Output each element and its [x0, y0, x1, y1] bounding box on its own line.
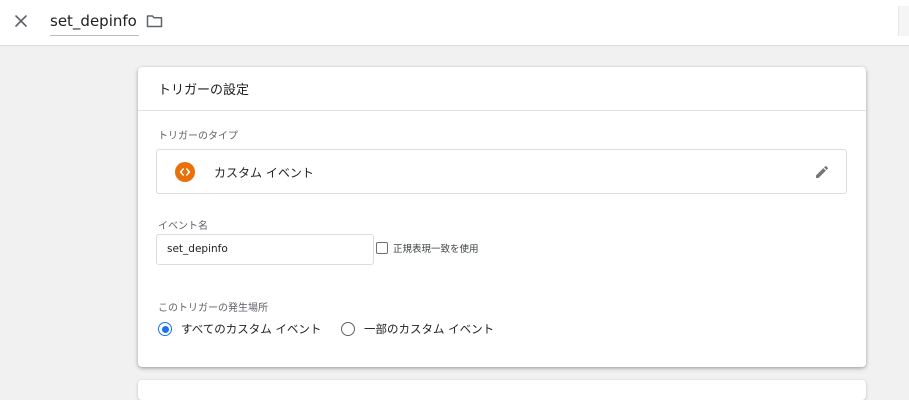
close-icon — [15, 15, 27, 27]
folder-button[interactable] — [144, 11, 164, 31]
radio-selected-dot — [161, 325, 169, 333]
regex-label: 正規表現一致を使用 — [393, 244, 479, 255]
trigger-name-text: set_depinfo — [50, 12, 137, 30]
toolbar-edge — [898, 6, 909, 36]
trigger-config-card: トリガーの設定 トリガーのタイプ カスタム イベント イベント名 set_dep… — [138, 67, 866, 367]
next-card — [138, 380, 866, 400]
custom-event-icon — [175, 162, 195, 182]
regex-checkbox[interactable] — [376, 242, 388, 254]
trigger-type-value: カスタム イベント — [214, 166, 314, 180]
radio-label-all: すべてのカスタム イベント — [181, 322, 322, 336]
close-button[interactable] — [11, 11, 31, 31]
event-name-label: イベント名 — [158, 221, 208, 232]
radio-all-custom-events[interactable]: すべてのカスタム イベント — [158, 321, 321, 337]
pencil-icon — [816, 165, 829, 178]
trigger-type-label: トリガーのタイプ — [158, 131, 238, 142]
top-bar: set_depinfo — [0, 0, 909, 46]
trigger-type-selector[interactable]: カスタム イベント — [156, 149, 847, 194]
trigger-name-field[interactable]: set_depinfo — [50, 9, 139, 36]
event-name-input[interactable]: set_depinfo — [156, 234, 374, 265]
radio-some-custom-events[interactable]: 一部のカスタム イベント — [341, 321, 494, 337]
fires-on-label: このトリガーの発生場所 — [158, 303, 268, 314]
edit-trigger-type-button[interactable] — [812, 162, 832, 182]
radio-button-selected[interactable] — [158, 322, 172, 336]
regex-option[interactable]: 正規表現一致を使用 — [376, 241, 479, 255]
radio-button-unselected[interactable] — [341, 322, 355, 336]
card-title: トリガーの設定 — [138, 67, 866, 111]
radio-label-some: 一部のカスタム イベント — [364, 322, 495, 336]
folder-icon — [146, 15, 162, 28]
